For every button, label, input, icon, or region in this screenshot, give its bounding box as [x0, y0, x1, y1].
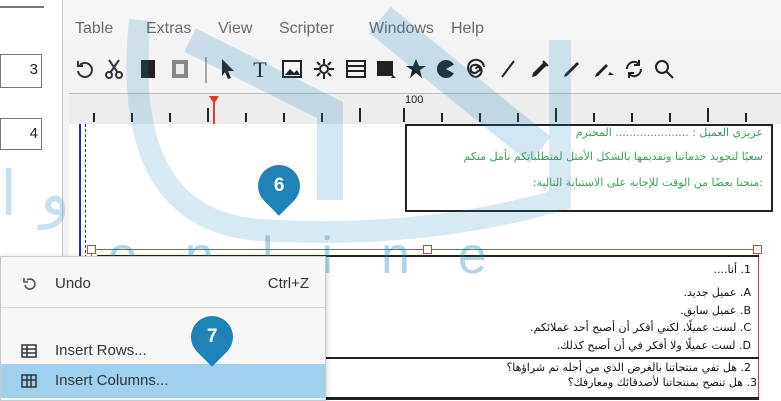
spiral-icon[interactable]: [461, 53, 491, 85]
insert-columns-icon: [21, 374, 37, 388]
bezier-icon[interactable]: [525, 53, 555, 85]
header-line-1: عزيزي العميل : ..................... الم…: [575, 126, 763, 139]
ruler-tick: [631, 113, 633, 122]
menu-item-insert-rows[interactable]: Insert Rows...: [1, 334, 325, 368]
table-cell: 3: [0, 54, 42, 88]
svg-text:ا: ا: [0, 157, 17, 230]
page-layout-icon[interactable]: [165, 53, 195, 85]
menu-help[interactable]: Help: [451, 20, 484, 38]
question-3: 3. هل تنصح بمنتجاتنا لأصدقائك ومعارفك؟: [567, 376, 757, 389]
cut-icon[interactable]: [99, 53, 129, 85]
menu-item-insert-columns[interactable]: Insert Columns...: [1, 364, 325, 398]
toolbar-separator: [205, 57, 207, 83]
ruler-tick: [321, 113, 323, 122]
cell-value: 3: [29, 61, 38, 78]
zoom-icon[interactable]: [649, 53, 679, 85]
horizontal-ruler: 100: [69, 93, 781, 125]
ruler-tick: [131, 113, 133, 122]
table-icon[interactable]: [341, 53, 371, 85]
ruler-tick: [245, 113, 247, 122]
shape-icon[interactable]: [371, 53, 401, 85]
table-border: [0, 6, 44, 8]
menu-table[interactable]: Table: [75, 20, 113, 38]
undo-icon: [23, 278, 36, 290]
ruler-label: 100: [405, 94, 424, 106]
ruler-tick: [441, 113, 443, 122]
ruler-tick: [555, 108, 557, 122]
option-b: B. عميل سابق.: [680, 304, 751, 317]
menu-item-label: Insert Rows...: [55, 342, 147, 359]
menu-item-shortcut: Ctrl+Z: [267, 275, 309, 292]
header-line-3: :منحنا بعضًا من الوقت للإجابة على الاستب…: [532, 176, 763, 189]
ruler-tick: [707, 108, 709, 122]
menu-item-label: Undo: [55, 275, 91, 292]
render-frame-icon[interactable]: [309, 53, 339, 85]
ruler-tick: [517, 113, 519, 122]
menubar: Table Extras View Scripter Windows Help: [63, 0, 781, 40]
text-frame-icon[interactable]: T: [245, 53, 275, 85]
menu-view[interactable]: View: [218, 20, 252, 38]
menu-item-undo[interactable]: Undo Ctrl+Z: [1, 267, 325, 301]
option-a: A. عميل جديد.: [683, 286, 752, 299]
redo-icon[interactable]: [69, 53, 99, 85]
ruler-tick: [479, 113, 481, 122]
freehand-icon[interactable]: [557, 53, 587, 85]
ruler-marker-icon[interactable]: [207, 94, 221, 124]
menu-extras[interactable]: Extras: [146, 20, 191, 38]
ruler-tick: [593, 113, 595, 122]
page-icon[interactable]: [133, 53, 163, 85]
resize-handle[interactable]: [753, 245, 762, 254]
ruler-tick: [403, 108, 405, 122]
ruler-tick: [93, 113, 95, 122]
option-c: C. لست عميلًا، لكني أفكر أن أصبح أحد عمل…: [530, 321, 751, 334]
select-arrow-icon[interactable]: [213, 53, 243, 85]
table-cell: 4: [0, 118, 42, 150]
header-line-2: سعيًا لتجويد خدماتنا وتقديمها بالشكل الأ…: [463, 150, 763, 163]
question-1: 1. أنا....: [713, 263, 751, 276]
star-icon[interactable]: [401, 53, 431, 85]
question-2: 2. هل تفي منتجاتنا بالغرض الذي من أجله ت…: [506, 361, 751, 374]
context-menu: Undo Ctrl+Z Insert Rows... Insert Column…: [0, 256, 326, 401]
cell-value: 4: [29, 125, 38, 142]
step-number: 7: [206, 326, 218, 348]
menu-scripter[interactable]: Scripter: [279, 20, 334, 38]
ruler-tick: [745, 113, 747, 122]
arc-icon[interactable]: [431, 53, 461, 85]
insert-rows-icon: [21, 344, 37, 358]
resize-handle[interactable]: [87, 245, 96, 254]
rotate-icon[interactable]: [619, 53, 649, 85]
ruler-tick: [283, 113, 285, 122]
image-frame-icon[interactable]: [277, 53, 307, 85]
option-d: D. لست عميلًا ولا أفكر في أن أصبح كذلك.: [556, 339, 751, 352]
step-number: 6: [273, 175, 285, 197]
calligraphy-icon[interactable]: [589, 53, 619, 85]
menu-item-label: Insert Columns...: [55, 372, 169, 389]
line-icon[interactable]: [493, 53, 523, 85]
previous-panel: 3 4: [0, 0, 44, 150]
ruler-tick: [669, 113, 671, 122]
menu-separator: [1, 307, 325, 308]
ruler-tick: [359, 108, 361, 122]
header-text-frame[interactable]: عزيزي العميل : ..................... الم…: [405, 124, 773, 212]
svg-text:T: T: [253, 57, 267, 81]
toolbar: T: [63, 45, 781, 93]
menu-windows[interactable]: Windows: [369, 20, 434, 38]
ruler-tick: [169, 113, 171, 122]
